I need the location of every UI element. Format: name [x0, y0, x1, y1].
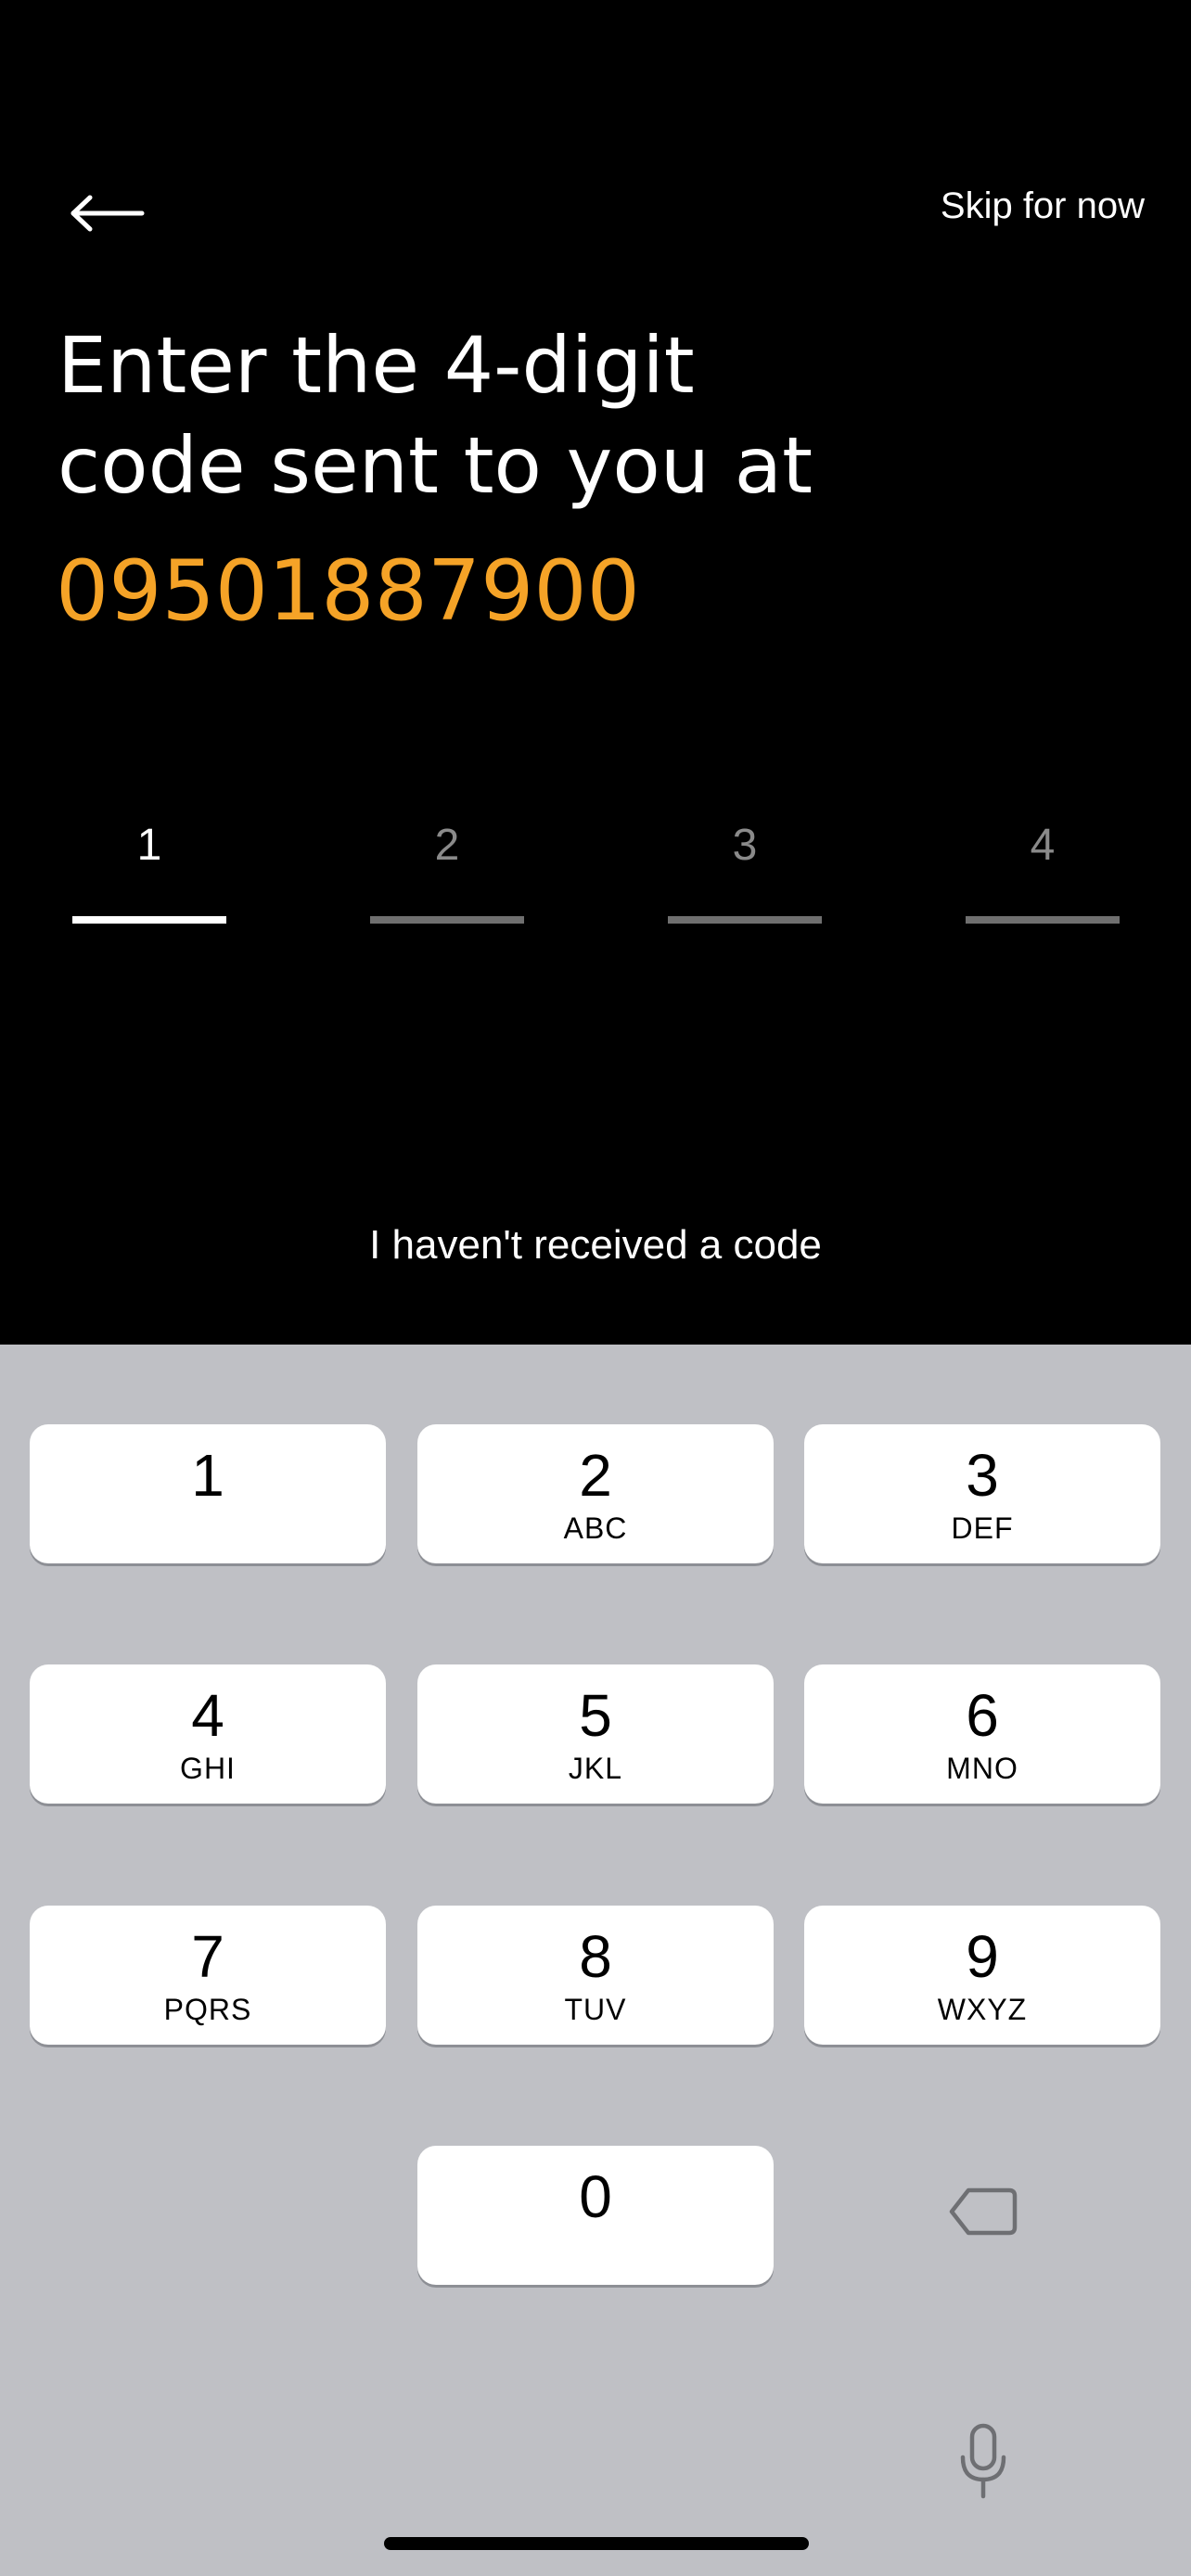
title-line-2: code sent to you at: [58, 420, 813, 511]
key-3[interactable]: 3 DEF: [804, 1424, 1160, 1563]
otp-digit-1-underline: [72, 916, 226, 924]
title-line-1: Enter the 4-digit: [58, 320, 695, 411]
key-4-digit: 4: [191, 1682, 224, 1749]
home-indicator[interactable]: [384, 2537, 809, 2550]
key-1-digit: 1: [191, 1442, 224, 1509]
key-2-letters: ABC: [563, 1511, 628, 1545]
key-1[interactable]: 1: [30, 1424, 386, 1563]
dictation-button[interactable]: [946, 2411, 1020, 2513]
numeric-keyboard: 1 2 ABC 3 DEF 4 GHI 5 JKL 6 MNO 7 PQRS 8…: [0, 1345, 1191, 2576]
key-7[interactable]: 7 PQRS: [30, 1906, 386, 2045]
otp-digit-2-input[interactable]: 2: [370, 807, 524, 924]
otp-digit-1-input[interactable]: 1: [72, 807, 226, 924]
key-2-digit: 2: [579, 1442, 612, 1509]
resend-code-link[interactable]: I haven't received a code: [369, 1213, 822, 1278]
key-4[interactable]: 4 GHI: [30, 1664, 386, 1804]
key-6[interactable]: 6 MNO: [804, 1664, 1160, 1804]
otp-digit-3-input[interactable]: 3: [668, 807, 822, 924]
otp-digit-3-placeholder: 3: [732, 821, 758, 870]
delete-backspace-icon: [949, 2187, 1018, 2236]
key-0[interactable]: 0: [417, 2146, 774, 2285]
key-8-digit: 8: [579, 1923, 612, 1990]
otp-digit-1-placeholder: 1: [136, 821, 162, 870]
key-0-digit: 0: [579, 2163, 612, 2230]
key-3-digit: 3: [966, 1442, 999, 1509]
key-9-digit: 9: [966, 1923, 999, 1990]
key-5-digit: 5: [579, 1682, 612, 1749]
microphone-icon: [960, 2423, 1006, 2499]
back-button[interactable]: [56, 176, 158, 250]
key-3-letters: DEF: [951, 1511, 1014, 1545]
otp-digit-4-input[interactable]: 4: [966, 807, 1120, 924]
phone-number: 09501887900: [56, 542, 640, 640]
skip-for-now-link[interactable]: Skip for now: [941, 180, 1145, 232]
arrow-left-icon: [70, 195, 145, 232]
key-4-letters: GHI: [180, 1752, 236, 1785]
delete-key[interactable]: [937, 2170, 1030, 2253]
verification-screen: Skip for now Enter the 4-digit code sent…: [0, 0, 1191, 1345]
page-title: Enter the 4-digit code sent to you at: [58, 315, 1078, 516]
otp-digit-3-underline: [668, 916, 822, 924]
otp-digit-4-underline: [966, 916, 1120, 924]
key-8[interactable]: 8 TUV: [417, 1906, 774, 2045]
key-9-letters: WXYZ: [937, 1993, 1028, 2026]
resend-code-row: I haven't received a code: [0, 1213, 1191, 1278]
otp-digit-2-placeholder: 2: [434, 821, 460, 870]
otp-digit-2-underline: [370, 916, 524, 924]
key-8-letters: TUV: [564, 1993, 627, 2026]
key-7-letters: PQRS: [163, 1993, 252, 2026]
key-6-letters: MNO: [946, 1752, 1018, 1785]
key-5-letters: JKL: [568, 1752, 623, 1785]
key-9[interactable]: 9 WXYZ: [804, 1906, 1160, 2045]
key-5[interactable]: 5 JKL: [417, 1664, 774, 1804]
otp-digit-4-placeholder: 4: [1030, 821, 1056, 870]
key-7-digit: 7: [191, 1923, 224, 1990]
key-6-digit: 6: [966, 1682, 999, 1749]
key-2[interactable]: 2 ABC: [417, 1424, 774, 1563]
